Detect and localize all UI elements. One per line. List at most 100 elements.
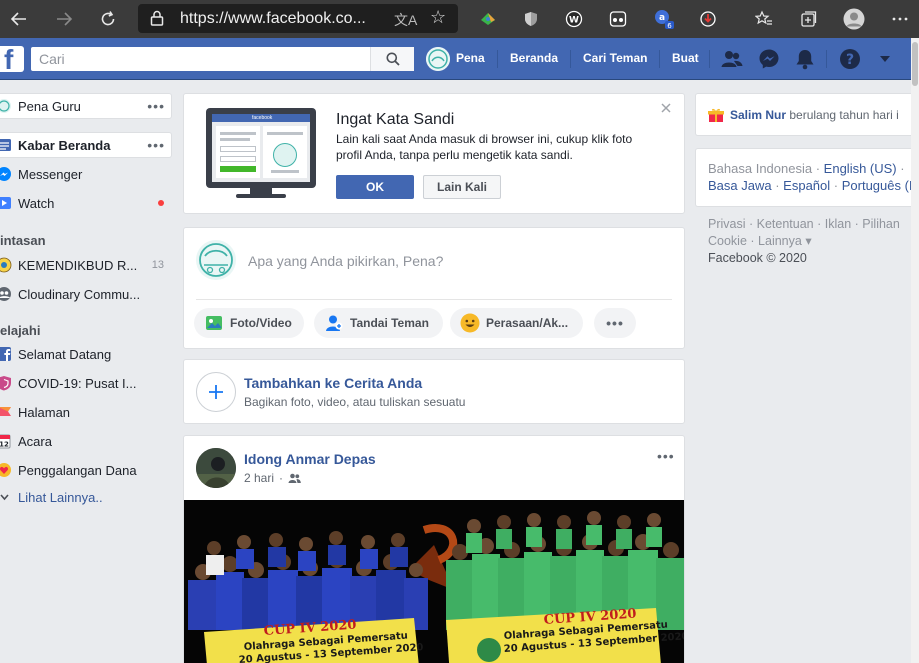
post-photo[interactable]: CUP IV 2020 Olahraga Sebagai Pemersatu 2… <box>184 500 684 663</box>
composer-more-button[interactable]: ••• <box>594 308 636 338</box>
birthday-card[interactable]: Salim Nur berulang tahun hari i <box>695 93 911 136</box>
shield-extension-icon[interactable] <box>519 7 543 31</box>
sidebar-item-messenger[interactable]: Messenger <box>0 161 172 187</box>
not-now-button[interactable]: Lain Kali <box>423 175 501 199</box>
nav-home-link[interactable]: Beranda <box>510 51 558 65</box>
messenger-icon[interactable] <box>758 48 780 70</box>
footer-separator: · <box>749 217 757 231</box>
download-extension-icon[interactable] <box>696 7 720 31</box>
help-question-icon[interactable]: ? <box>839 48 861 70</box>
tag-friends-button[interactable]: Tandai Teman <box>314 308 443 338</box>
sidebar-see-more[interactable]: Lihat Lainnya.. <box>0 484 172 510</box>
nav-profile-link[interactable]: Pena <box>456 51 485 65</box>
language-separator: · <box>900 161 905 176</box>
search-button[interactable] <box>370 47 414 71</box>
sidebar-item-news-feed[interactable]: Kabar Beranda ••• <box>0 132 172 158</box>
nav-create-link[interactable]: Buat <box>672 51 699 65</box>
language-card: Bahasa Indonesia · English (US) · Basa J… <box>695 148 911 207</box>
birthday-person-link[interactable]: Salim Nur <box>730 108 786 122</box>
see-more-link[interactable]: Lihat Lainnya.. <box>18 490 172 505</box>
language-javanese-link[interactable]: Basa Jawa <box>708 178 772 193</box>
glasses-extension-icon[interactable] <box>606 7 630 31</box>
badge-extension-icon[interactable]: a6 <box>652 7 676 31</box>
scrollbar-thumb[interactable] <box>912 42 918 86</box>
facebook-logo-icon[interactable]: f <box>0 46 24 72</box>
sidebar-item-watch[interactable]: Watch <box>0 190 172 216</box>
ok-button[interactable]: OK <box>336 175 414 199</box>
friend-requests-icon[interactable] <box>721 48 743 70</box>
remember-password-body: Lain kali saat Anda masuk di browser ini… <box>336 131 632 163</box>
svg-text:a: a <box>659 13 665 23</box>
smiley-face-icon <box>460 313 480 333</box>
covid-shield-icon <box>0 375 14 391</box>
post-options-icon[interactable]: ••• <box>657 448 675 464</box>
more-menu-icon[interactable] <box>888 7 912 31</box>
favorites-list-icon[interactable] <box>752 7 776 31</box>
sidebar-item-pages[interactable]: Halaman <box>0 399 172 425</box>
more-options-icon[interactable]: ••• <box>147 98 165 114</box>
composer-avatar[interactable] <box>196 240 236 280</box>
footer-cookie-link[interactable]: Cookie <box>708 234 747 248</box>
language-english-link[interactable]: English (US) <box>824 161 897 176</box>
composer-divider <box>196 299 672 300</box>
svg-text:W: W <box>569 16 579 26</box>
feeling-activity-button[interactable]: Perasaan/Ak... <box>450 308 583 338</box>
post-author-name[interactable]: Idong Anmar Depas <box>244 451 376 467</box>
birthday-text: Salim Nur berulang tahun hari i <box>730 108 899 122</box>
account-dropdown-icon[interactable] <box>874 48 896 70</box>
footer-ad-choices-link[interactable]: Pilihan <box>862 217 900 231</box>
facebook-top-bar: f Pena Beranda Cari Teman Buat ? <box>0 38 911 80</box>
collections-icon[interactable] <box>797 7 821 31</box>
w-extension-icon[interactable]: W <box>562 7 586 31</box>
close-icon[interactable] <box>660 102 672 114</box>
footer-more-dropdown-icon[interactable]: ▾ <box>805 234 811 248</box>
back-icon[interactable] <box>7 7 31 31</box>
sidebar-item-profile[interactable]: Pena Guru ••• <box>0 93 172 119</box>
nav-divider <box>497 50 498 68</box>
sidebar-item-label: Selamat Datang <box>18 346 112 362</box>
sidebar-item-fundraisers[interactable]: Penggalangan Dana <box>0 457 172 483</box>
extension-colorful-icon[interactable] <box>476 7 500 31</box>
refresh-icon[interactable] <box>96 7 120 31</box>
svg-text:?: ? <box>846 52 854 68</box>
nav-divider <box>659 50 660 68</box>
sidebar-shortcut-item[interactable]: KEMENDIKBUD R... 13 <box>0 252 172 278</box>
friends-audience-icon[interactable] <box>288 473 301 483</box>
events-calendar-icon: 12 <box>0 433 14 449</box>
browser-toolbar: https://www.facebook.co... 文A ☆ W a6 <box>0 0 919 38</box>
notifications-bell-icon[interactable] <box>794 48 816 70</box>
photo-video-button[interactable]: Foto/Video <box>194 308 304 338</box>
sidebar-shortcut-item[interactable]: Cloudinary Commu... <box>0 281 172 307</box>
address-bar[interactable]: https://www.facebook.co... 文A ☆ <box>138 4 458 33</box>
add-story-plus-icon[interactable] <box>196 372 236 412</box>
favorite-star-icon[interactable]: ☆ <box>430 7 446 28</box>
profile-avatar[interactable] <box>426 47 450 71</box>
footer-ads-link[interactable]: Iklan <box>825 217 851 231</box>
footer-more-link[interactable]: Lainnya <box>758 234 802 248</box>
post-author-avatar[interactable] <box>196 448 236 488</box>
nav-find-friends-link[interactable]: Cari Teman <box>583 51 647 65</box>
post-timestamp[interactable]: 2 hari <box>244 471 274 485</box>
nav-divider <box>826 50 827 68</box>
page-scrollbar[interactable] <box>911 38 919 663</box>
footer-privacy-link[interactable]: Privasi <box>708 217 746 231</box>
sidebar-item-events[interactable]: 12 Acara <box>0 428 172 454</box>
fundraiser-heart-icon <box>0 462 14 478</box>
translate-icon[interactable]: 文A <box>394 10 417 30</box>
sidebar-item-label: Acara <box>18 433 52 449</box>
add-to-story-card[interactable]: Tambahkan ke Cerita Anda Bagikan foto, v… <box>183 359 685 424</box>
language-spanish-link[interactable]: Español <box>783 178 830 193</box>
body-line: Lain kali saat Anda masuk di browser ini… <box>336 132 633 146</box>
search-input[interactable] <box>31 47 376 71</box>
more-options-icon[interactable]: ••• <box>147 137 165 153</box>
footer-terms-link[interactable]: Ketentuan <box>757 217 814 231</box>
profile-avatar-icon[interactable] <box>842 7 866 31</box>
composer-input[interactable]: Apa yang Anda pikirkan, Pena? <box>248 253 443 269</box>
sidebar-item-welcome[interactable]: Selamat Datang <box>0 341 172 367</box>
nav-divider <box>570 50 571 68</box>
sidebar-item-covid[interactable]: COVID-19: Pusat I... <box>0 370 172 396</box>
svg-text:12: 12 <box>0 441 9 449</box>
add-story-title[interactable]: Tambahkan ke Cerita Anda <box>244 375 422 391</box>
language-portuguese-link[interactable]: Português (I <box>842 178 911 193</box>
forward-icon[interactable] <box>52 7 76 31</box>
